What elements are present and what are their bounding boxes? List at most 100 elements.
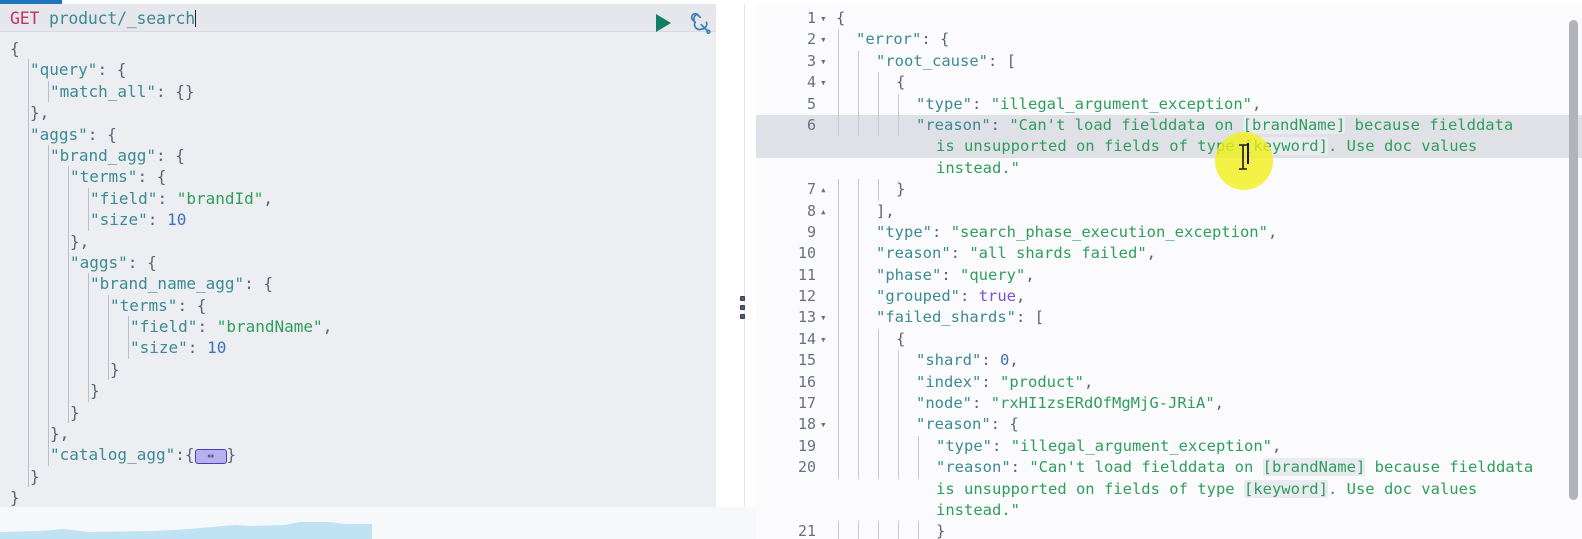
indent-guide bbox=[898, 114, 899, 137]
indent-guide bbox=[28, 358, 29, 381]
indent-guide bbox=[878, 350, 879, 372]
indent-guide bbox=[88, 273, 89, 295]
indent-guide bbox=[918, 457, 919, 479]
fold-toggle-icon[interactable]: ▾ bbox=[820, 8, 830, 29]
indent-guide bbox=[88, 358, 89, 381]
request-code-line: "field": "brandId", bbox=[0, 187, 716, 210]
indent-guide bbox=[838, 414, 839, 436]
indent-guide bbox=[28, 337, 29, 359]
response-line-text: "reason": "Can't load fielddata on [bran… bbox=[916, 115, 1514, 134]
request-line-text: "query": { bbox=[30, 60, 127, 80]
indent-guide bbox=[28, 123, 29, 145]
fold-toggle-icon[interactable]: ▴ bbox=[820, 179, 830, 200]
response-line-text: "grouped": true, bbox=[876, 287, 1026, 306]
line-number: 14 bbox=[797, 329, 816, 348]
indent-guide bbox=[858, 114, 859, 137]
request-text: GET product/_search bbox=[10, 8, 196, 29]
indent-guide bbox=[858, 72, 859, 94]
request-code-line: } bbox=[0, 401, 716, 424]
request-code-line: } bbox=[0, 487, 716, 507]
response-code-line: 14 ▾ { bbox=[756, 328, 1582, 351]
indent-guide bbox=[838, 50, 839, 73]
send-request-button[interactable] bbox=[656, 14, 671, 32]
request-code-line: "match_all": {} bbox=[0, 80, 716, 103]
response-vertical-scrollbar[interactable] bbox=[1569, 20, 1578, 500]
panel-splitter bbox=[716, 4, 756, 507]
line-number: 21 bbox=[797, 522, 816, 539]
response-line-text: ], bbox=[876, 201, 895, 220]
indent-guide bbox=[28, 80, 29, 103]
response-code-line: 11 "phase": "query", bbox=[756, 264, 1582, 287]
line-number: 10 bbox=[797, 244, 816, 263]
indent-guide bbox=[858, 457, 859, 479]
response-code-line: 7 ▴} bbox=[756, 179, 1582, 201]
fold-toggle-icon[interactable]: ▾ bbox=[820, 307, 830, 328]
request-line-text: "size": 10 bbox=[90, 210, 187, 230]
indent-guide bbox=[898, 435, 899, 458]
fold-toggle-icon[interactable]: ▾ bbox=[820, 51, 830, 72]
request-path: product/_search bbox=[48, 9, 195, 28]
request-line-text: } bbox=[110, 359, 120, 379]
response-code-line: 21} bbox=[756, 521, 1582, 539]
indent-guide bbox=[48, 337, 49, 359]
request-line[interactable]: GET product/_search bbox=[0, 4, 716, 35]
fold-toggle-icon[interactable]: ▾ bbox=[820, 329, 830, 350]
indent-guide bbox=[68, 273, 69, 295]
response-code-line: 1 ▾ { bbox=[756, 8, 1582, 29]
indent-guide bbox=[858, 93, 859, 115]
indent-guide bbox=[858, 393, 859, 415]
indent-guide bbox=[838, 371, 839, 394]
indent-guide bbox=[128, 337, 129, 359]
fold-toggle-icon[interactable]: ▾ bbox=[820, 414, 830, 435]
indent-guide bbox=[878, 457, 879, 479]
indent-guide bbox=[898, 521, 899, 539]
indent-guide bbox=[48, 187, 49, 210]
request-line-text: } bbox=[10, 488, 20, 507]
response-line-text: is unsupported on fields of type [keywor… bbox=[936, 137, 1478, 156]
indent-guide bbox=[878, 521, 879, 539]
indent-guide bbox=[28, 144, 29, 167]
request-line-text: "size": 10 bbox=[130, 338, 227, 358]
collapsed-code-badge[interactable]: ⇔ bbox=[194, 449, 227, 465]
grip-dot bbox=[740, 305, 745, 310]
indent-guide bbox=[28, 380, 29, 402]
indent-guide bbox=[838, 393, 839, 415]
indent-guide bbox=[48, 80, 49, 103]
response-line-text: "reason": { bbox=[916, 415, 1019, 434]
request-code-body[interactable]: {"query": {"match_all": {}}, "aggs": {"br… bbox=[0, 32, 716, 507]
request-code-line: "terms": { bbox=[0, 294, 716, 317]
request-code-line: } bbox=[0, 358, 716, 381]
request-editor-pane[interactable]: GET product/_search {"query": {"match_al… bbox=[0, 4, 716, 507]
indent-guide bbox=[898, 350, 899, 372]
request-line-text: } bbox=[90, 381, 100, 401]
response-pane[interactable]: 1 ▾{2 ▾ "error": {3 ▾ "root_cause": [4 ▾{5 "typ… bbox=[756, 4, 1582, 539]
indent-guide bbox=[858, 286, 859, 308]
indent-guide bbox=[48, 423, 49, 445]
indent-guide bbox=[88, 209, 89, 231]
response-text-caret bbox=[1247, 143, 1249, 164]
response-code-line: instead." bbox=[756, 500, 1582, 521]
request-code-line: "brand_agg": { bbox=[0, 144, 716, 167]
indent-guide bbox=[878, 393, 879, 415]
fold-toggle-icon[interactable]: ▾ bbox=[820, 72, 830, 93]
response-code-body[interactable]: 1 ▾{2 ▾ "error": {3 ▾ "root_cause": [4 ▾{5 "typ… bbox=[756, 8, 1582, 539]
request-line-text: "match_all": {} bbox=[50, 81, 195, 101]
indent-guide bbox=[88, 294, 89, 317]
indent-guide bbox=[108, 337, 109, 359]
response-line-text: instead." bbox=[936, 500, 1020, 519]
indent-guide bbox=[68, 166, 69, 188]
fold-toggle-icon[interactable]: ▴ bbox=[820, 201, 830, 222]
indent-guide bbox=[838, 328, 839, 351]
line-number: 8 bbox=[806, 201, 816, 220]
indent-guide bbox=[878, 72, 879, 94]
splitter-drag-handle[interactable] bbox=[740, 296, 746, 326]
indent-guide bbox=[128, 316, 129, 338]
indent-guide bbox=[898, 414, 899, 436]
line-number: 13 bbox=[797, 308, 816, 327]
indent-guide bbox=[108, 316, 109, 338]
indent-guide bbox=[28, 209, 29, 231]
fold-toggle-icon[interactable]: ▾ bbox=[820, 29, 830, 50]
response-code-line: 6 "reason": "Can't load fielddata on [bra… bbox=[756, 114, 1582, 137]
request-line-text: "terms": { bbox=[70, 167, 167, 187]
indent-guide bbox=[898, 457, 899, 479]
